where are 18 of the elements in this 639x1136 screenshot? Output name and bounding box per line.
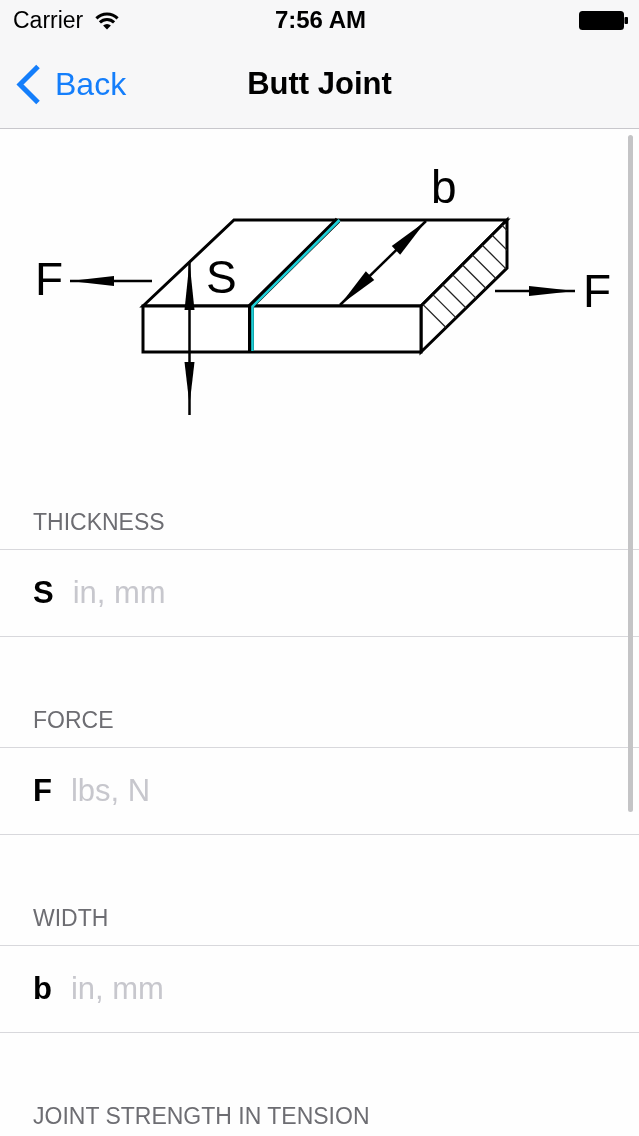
variable-label: S: [33, 574, 54, 612]
carrier-name: Carrier: [13, 6, 84, 34]
section-header: THICKNESS: [33, 508, 165, 536]
variable-label: b: [33, 970, 52, 1008]
battery-icon: [579, 10, 628, 30]
width-label: b: [431, 161, 457, 213]
section-header: JOINT STRENGTH IN TENSION: [33, 1102, 370, 1130]
variable-label: F: [33, 772, 52, 810]
thickness-label: S: [206, 251, 237, 303]
force-label: F: [35, 253, 64, 305]
status-time: 7:56 AM: [274, 6, 367, 34]
screen-title: Butt Joint: [247, 65, 392, 103]
back-button[interactable]: Back: [16, 62, 127, 106]
force-label: F: [583, 265, 612, 317]
chevron-left-icon: [16, 63, 41, 105]
section-header: WIDTH: [33, 904, 109, 932]
section-header: FORCE: [33, 706, 114, 734]
wifi-icon: [95, 10, 120, 30]
